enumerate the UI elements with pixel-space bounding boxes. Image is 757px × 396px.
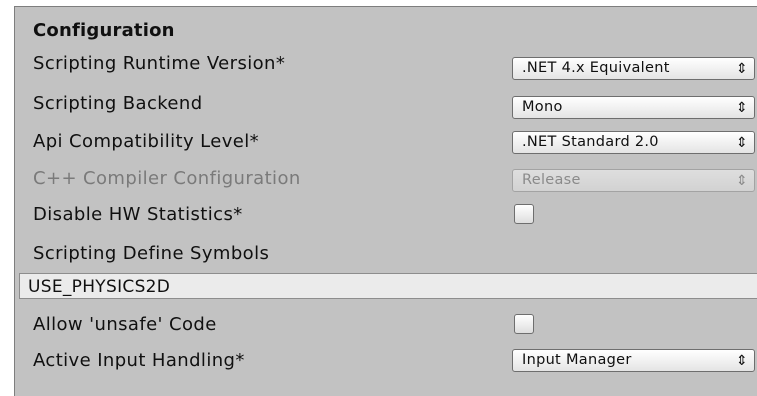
up-down-arrows-icon: ⇕ [735, 61, 748, 77]
scripting-define-symbols-label: Scripting Define Symbols [33, 243, 270, 264]
scripting-backend-value: Mono [522, 99, 563, 115]
up-down-arrows-icon: ⇕ [735, 173, 748, 189]
active-input-handling-label: Active Input Handling* [33, 350, 245, 371]
cpp-compiler-configuration-value: Release [522, 172, 581, 188]
api-compatibility-level-label: Api Compatibility Level* [33, 131, 260, 152]
scripting-runtime-version-label: Scripting Runtime Version* [33, 53, 286, 74]
scripting-runtime-version-value: .NET 4.x Equivalent [522, 60, 670, 76]
disable-hw-statistics-label: Disable HW Statistics* [33, 204, 243, 225]
scripting-backend-label: Scripting Backend [33, 93, 203, 114]
scripting-runtime-version-dropdown[interactable]: .NET 4.x Equivalent ⇕ [512, 57, 755, 80]
up-down-arrows-icon: ⇕ [735, 135, 748, 151]
configuration-panel: Configuration Scripting Runtime Version*… [14, 6, 757, 396]
active-input-handling-value: Input Manager [522, 352, 632, 368]
allow-unsafe-code-label: Allow 'unsafe' Code [33, 314, 217, 335]
allow-unsafe-code-checkbox[interactable] [514, 314, 534, 334]
up-down-arrows-icon: ⇕ [735, 100, 748, 116]
api-compatibility-level-value: .NET Standard 2.0 [522, 134, 659, 150]
active-input-handling-dropdown[interactable]: Input Manager ⇕ [512, 349, 755, 372]
cpp-compiler-configuration-label: C++ Compiler Configuration [33, 168, 301, 189]
up-down-arrows-icon: ⇕ [735, 353, 748, 369]
disable-hw-statistics-checkbox[interactable] [514, 204, 534, 224]
section-title: Configuration [33, 20, 175, 41]
api-compatibility-level-dropdown[interactable]: .NET Standard 2.0 ⇕ [512, 131, 755, 154]
scripting-define-symbols-value: USE_PHYSICS2D [28, 277, 171, 297]
cpp-compiler-configuration-dropdown: Release ⇕ [512, 169, 755, 192]
scripting-define-symbols-input[interactable]: USE_PHYSICS2D [19, 273, 757, 299]
scripting-backend-dropdown[interactable]: Mono ⇕ [512, 96, 755, 119]
